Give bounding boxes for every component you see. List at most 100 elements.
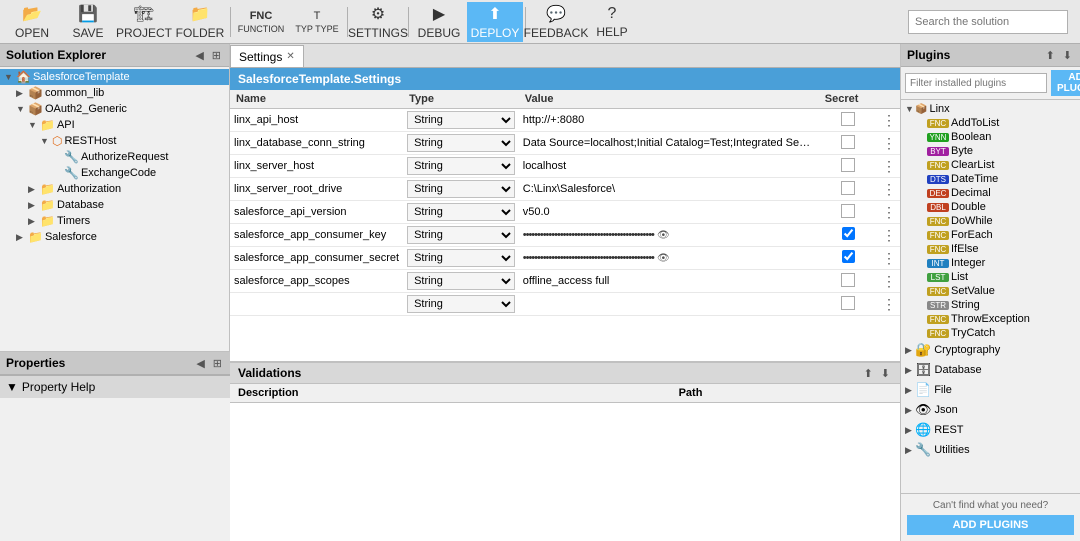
settings-cell-actions[interactable]: ⋮ <box>878 224 900 247</box>
validations-icon-1[interactable]: ⬆ <box>862 367 875 380</box>
linx-plugin-item[interactable]: ▶ STR String <box>901 298 1080 312</box>
open-button[interactable]: 📂 OPEN <box>4 2 60 42</box>
type-select[interactable]: String <box>407 295 515 313</box>
kebab-menu-icon[interactable]: ⋮ <box>882 273 896 289</box>
linx-plugin-item[interactable]: ▶ FNC ClearList <box>901 158 1080 172</box>
linx-plugin-item[interactable]: ▶ DEC Decimal <box>901 186 1080 200</box>
secret-checkbox-empty[interactable] <box>841 204 855 218</box>
plugins-filter-input[interactable] <box>905 73 1047 93</box>
function-button[interactable]: FNC FUNCTION <box>233 2 289 42</box>
settings-cell-type[interactable]: String <box>403 132 519 155</box>
linx-plugin-item[interactable]: ▶ DTS DateTime <box>901 172 1080 186</box>
secret-checkbox-empty[interactable] <box>841 181 855 195</box>
linx-plugin-item[interactable]: ▶ INT Integer <box>901 256 1080 270</box>
folder-button[interactable]: 📁 FOLDER <box>172 2 228 42</box>
settings-cell-type[interactable]: String <box>403 270 519 293</box>
linx-plugin-item[interactable]: ▶ FNC SetValue <box>901 284 1080 298</box>
tree-item-authorization[interactable]: ▶ 📁 Authorization <box>0 181 229 197</box>
tree-item-authorize[interactable]: ▶ 🔧 AuthorizeRequest <box>0 149 229 165</box>
settings-cell-actions[interactable]: ⋮ <box>878 109 900 132</box>
plugin-category-item[interactable]: ▶ 🗄 Database <box>901 360 1080 380</box>
settings-cell-actions[interactable]: ⋮ <box>878 178 900 201</box>
tree-item-database[interactable]: ▶ 📁 Database <box>0 197 229 213</box>
kebab-menu-icon[interactable]: ⋮ <box>882 250 896 266</box>
save-button[interactable]: 💾 SAVE <box>60 2 116 42</box>
linx-plugin-item[interactable]: ▶ DBL Double <box>901 200 1080 214</box>
settings-cell-secret[interactable] <box>819 109 878 132</box>
settings-cell-actions[interactable]: ⋮ <box>878 293 900 316</box>
type-select[interactable]: String <box>407 249 515 267</box>
type-select[interactable]: String <box>407 203 515 221</box>
settings-cell-actions[interactable]: ⋮ <box>878 155 900 178</box>
debug-button[interactable]: ▶ DEBUG <box>411 2 467 42</box>
kebab-menu-icon[interactable]: ⋮ <box>882 135 896 151</box>
tree-item-api[interactable]: ▼ 📁 API <box>0 117 229 133</box>
settings-cell-type[interactable]: String <box>403 224 519 247</box>
plugin-category-item[interactable]: ▶ 🔐 Cryptography <box>901 340 1080 360</box>
project-button[interactable]: 🏗 PROJECT <box>116 2 172 42</box>
tab-close-icon[interactable]: ✕ <box>286 51 294 62</box>
kebab-menu-icon[interactable]: ⋮ <box>882 181 896 197</box>
secret-checkbox[interactable] <box>842 250 855 263</box>
search-input[interactable] <box>908 10 1068 34</box>
type-select[interactable]: String <box>407 226 515 244</box>
feedback-button[interactable]: 💬 FEEDBACK <box>528 2 584 42</box>
linx-plugin-item[interactable]: ▶ YNN Boolean <box>901 130 1080 144</box>
tree-item-timers[interactable]: ▶ 📁 Timers <box>0 213 229 229</box>
kebab-menu-icon[interactable]: ⋮ <box>882 112 896 128</box>
settings-cell-actions[interactable]: ⋮ <box>878 201 900 224</box>
settings-cell-type[interactable]: String <box>403 247 519 270</box>
kebab-menu-icon[interactable]: ⋮ <box>882 296 896 312</box>
settings-cell-type[interactable]: String <box>403 178 519 201</box>
eye-icon[interactable]: 👁 <box>657 230 670 241</box>
settings-cell-actions[interactable]: ⋮ <box>878 247 900 270</box>
type-select[interactable]: String <box>407 134 515 152</box>
settings-cell-secret[interactable] <box>819 155 878 178</box>
linx-plugin-item[interactable]: ▶ FNC DoWhile <box>901 214 1080 228</box>
settings-cell-actions[interactable]: ⋮ <box>878 132 900 155</box>
tree-item-salesforce[interactable]: ▶ 📁 Salesforce <box>0 229 229 245</box>
settings-cell-secret[interactable] <box>819 201 878 224</box>
deploy-button[interactable]: ⬆ DEPLOY <box>467 2 523 42</box>
secret-checkbox-empty[interactable] <box>841 158 855 172</box>
solution-explorer-icon-1[interactable]: ◀ <box>193 49 205 62</box>
settings-cell-secret[interactable] <box>819 247 878 270</box>
plugins-icon-2[interactable]: ⬇ <box>1061 49 1074 62</box>
secret-checkbox-empty[interactable] <box>841 273 855 287</box>
plugin-category-item[interactable]: ▶ 👁 Json <box>901 400 1080 420</box>
typ-button[interactable]: T TYP TYPE <box>289 2 345 42</box>
type-select[interactable]: String <box>407 180 515 198</box>
tree-item-resthost[interactable]: ▼ ⬡ RESTHost <box>0 133 229 149</box>
properties-icon-1[interactable]: ◀ <box>194 357 206 370</box>
plugins-icon-1[interactable]: ⬆ <box>1044 49 1057 62</box>
type-select[interactable]: String <box>407 111 515 129</box>
linx-plugin-item[interactable]: ▶ FNC AddToList <box>901 116 1080 130</box>
settings-tab[interactable]: Settings ✕ <box>230 45 304 67</box>
linx-plugin-item[interactable]: ▶ BYT Byte <box>901 144 1080 158</box>
help-button[interactable]: ? HELP <box>584 2 640 42</box>
linx-plugin-item[interactable]: ▶ FNC TryCatch <box>901 326 1080 340</box>
tree-item-oauth2[interactable]: ▼ 📦 OAuth2_Generic <box>0 101 229 117</box>
property-help[interactable]: ▼ Property Help <box>0 375 230 398</box>
tree-item-salesforce-template[interactable]: ▼ 🏠 SalesforceTemplate <box>0 69 229 85</box>
solution-explorer-icon-2[interactable]: ⊞ <box>210 49 223 62</box>
settings-cell-secret[interactable] <box>819 132 878 155</box>
secret-checkbox[interactable] <box>842 227 855 240</box>
linx-plugin-item[interactable]: ▶ LST List <box>901 270 1080 284</box>
kebab-menu-icon[interactable]: ⋮ <box>882 158 896 174</box>
tree-item-exchange[interactable]: ▶ 🔧 ExchangeCode <box>0 165 229 181</box>
properties-icon-2[interactable]: ⊞ <box>211 357 224 370</box>
settings-cell-actions[interactable]: ⋮ <box>878 270 900 293</box>
add-plugins-button[interactable]: ADD PLUGINS <box>907 515 1074 535</box>
kebab-menu-icon[interactable]: ⋮ <box>882 204 896 220</box>
plugin-category-item[interactable]: ▶ 📄 File <box>901 380 1080 400</box>
validations-icon-2[interactable]: ⬇ <box>879 367 892 380</box>
plugins-linx-header[interactable]: ▼ 📦 Linx <box>901 102 1080 116</box>
linx-plugin-item[interactable]: ▶ FNC IfElse <box>901 242 1080 256</box>
settings-cell-type[interactable]: String <box>403 109 519 132</box>
type-select[interactable]: String <box>407 272 515 290</box>
settings-cell-secret[interactable] <box>819 293 878 316</box>
settings-cell-type[interactable]: String <box>403 201 519 224</box>
linx-plugin-item[interactable]: ▶ FNC ThrowException <box>901 312 1080 326</box>
tree-item-common-lib[interactable]: ▶ 📦 common_lib <box>0 85 229 101</box>
